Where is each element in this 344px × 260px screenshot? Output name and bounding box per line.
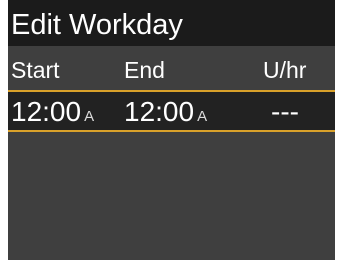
end-time-cell: 12:00 A — [124, 96, 207, 133]
end-time-ampm: A — [197, 108, 208, 125]
selected-segment-row[interactable]: 12:00 A 12:00 A --- — [8, 90, 335, 132]
empty-list-area — [8, 132, 335, 260]
start-time-cell: 12:00 A — [11, 96, 94, 133]
page-title: Edit Workday — [11, 9, 183, 41]
rate-value: --- — [271, 96, 299, 127]
column-header-start: Start — [11, 57, 60, 83]
column-header-row: Start End U/hr — [8, 46, 335, 90]
device-screen: Edit Workday Start End U/hr 12:00 A 12:00… — [8, 0, 335, 260]
end-time-value: 12:00 — [124, 96, 195, 127]
column-header-end: End — [124, 57, 165, 83]
start-time-ampm: A — [84, 108, 95, 125]
column-header-rate: U/hr — [263, 57, 307, 83]
title-bar: Edit Workday — [8, 0, 335, 46]
start-time-value: 12:00 — [11, 96, 82, 127]
